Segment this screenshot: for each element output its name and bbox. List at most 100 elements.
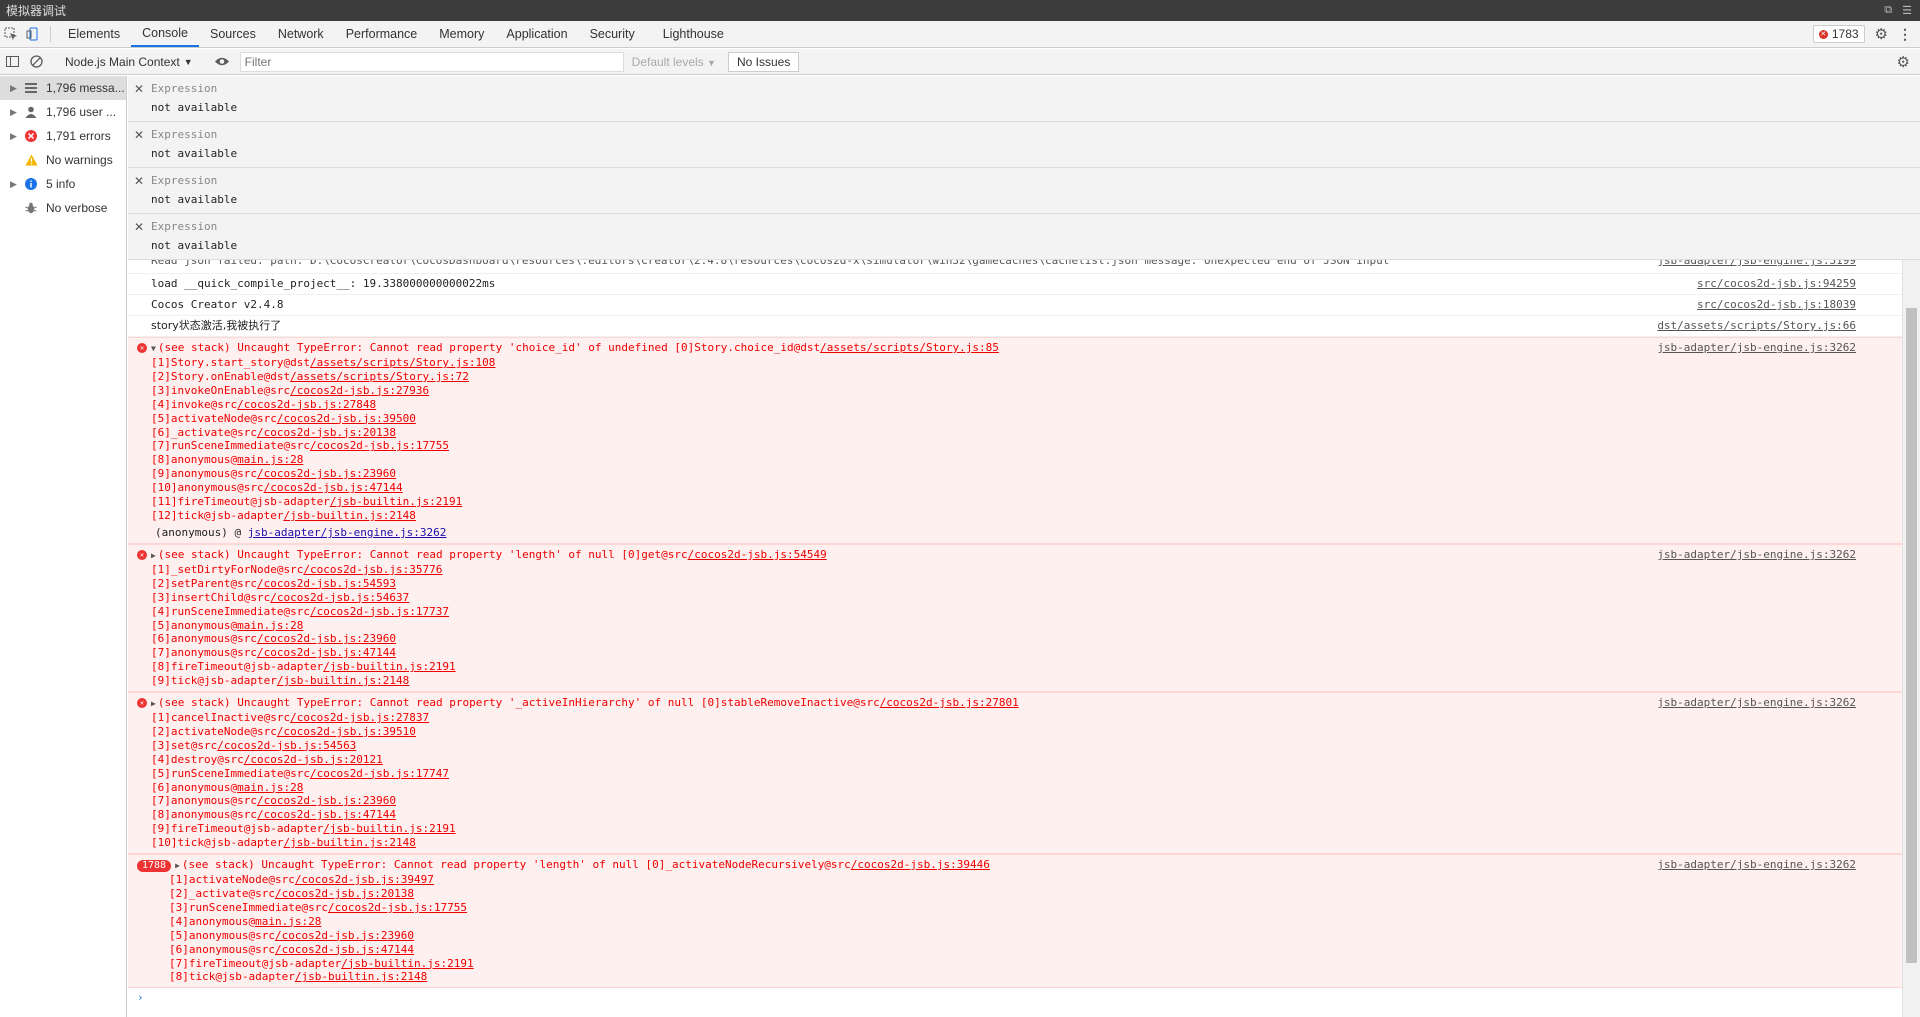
stack-frame[interactable]: [9]fireTimeout@jsb-adapter/jsb-builtin.j… — [151, 822, 1856, 836]
live-expression[interactable]: ✕ Expression not available — [128, 76, 1920, 122]
console-settings-icon[interactable]: ⚙ — [1897, 53, 1920, 71]
tab-elements[interactable]: Elements — [57, 21, 131, 47]
stack-frame[interactable]: [12]tick@jsb-adapter/jsb-builtin.js:2148 — [151, 509, 1856, 523]
stack-frame[interactable]: [4]runSceneImmediate@src/cocos2d-jsb.js:… — [151, 605, 1856, 619]
remove-expression-icon[interactable]: ✕ — [134, 220, 144, 234]
stack-frame[interactable]: [1]activateNode@src/cocos2d-jsb.js:39497 — [169, 873, 1856, 887]
tab-console[interactable]: Console — [131, 21, 199, 47]
stack-frame[interactable]: [2]_activate@src/cocos2d-jsb.js:20138 — [169, 887, 1856, 901]
stack-frame[interactable]: [10]tick@jsb-adapter/jsb-builtin.js:2148 — [151, 836, 1856, 850]
stack-frame[interactable]: [3]set@src/cocos2d-jsb.js:54563 — [151, 739, 1856, 753]
stack-frame[interactable]: [8]fireTimeout@jsb-adapter/jsb-builtin.j… — [151, 660, 1856, 674]
stack-frame[interactable]: [8]anonymous@main.js:28 — [151, 453, 1856, 467]
error-header[interactable]: ✕ ▶ (see stack) Uncaught TypeError: Cannot… — [137, 548, 1856, 563]
sidebar-item-errors[interactable]: ▶ 1,791 errors — [0, 124, 126, 148]
stack-frame[interactable]: [1]_setDirtyForNode@src/cocos2d-jsb.js:3… — [151, 563, 1856, 577]
tab-network[interactable]: Network — [267, 21, 335, 47]
stack-frame[interactable]: [6]anonymous@main.js:28 — [151, 781, 1856, 795]
stack-frame[interactable]: [7]fireTimeout@jsb-adapter/jsb-builtin.j… — [169, 957, 1856, 971]
tab-performance[interactable]: Performance — [335, 21, 429, 47]
expand-arrow-icon[interactable]: ▶ — [10, 131, 24, 142]
log-source-link[interactable]: jsb-adapter/jsb-engine.js:3262 — [1657, 341, 1856, 355]
stack-frame[interactable]: [11]fireTimeout@jsb-adapter/jsb-builtin.… — [151, 495, 1856, 509]
stack-frame[interactable]: [1]Story.start_story@dst/assets/scripts/… — [151, 356, 1856, 370]
remove-expression-icon[interactable]: ✕ — [134, 128, 144, 142]
stack-frame[interactable]: [4]destroy@src/cocos2d-jsb.js:20121 — [151, 753, 1856, 767]
stack-frame[interactable]: [1]cancelInactive@src/cocos2d-jsb.js:278… — [151, 711, 1856, 725]
error-message[interactable]: ✕ ▶ (see stack) Uncaught TypeError: Cannot… — [128, 692, 1902, 855]
remove-expression-icon[interactable]: ✕ — [134, 82, 144, 96]
issues-button[interactable]: No Issues — [727, 51, 800, 72]
stack-frame[interactable]: [8]tick@jsb-adapter/jsb-builtin.js:2148 — [169, 970, 1856, 984]
filter-input[interactable] — [239, 51, 624, 72]
error-message[interactable]: ✕ ▶ (see stack) Uncaught TypeError: Cannot… — [128, 543, 1902, 693]
log-levels-dropdown[interactable]: Default levels ▼ — [632, 55, 716, 69]
stack-frame[interactable]: [3]invokeOnEnable@src/cocos2d-jsb.js:279… — [151, 384, 1856, 398]
stack-frame[interactable]: [4]anonymous@main.js:28 — [169, 915, 1856, 929]
stack-frame[interactable]: [2]setParent@src/cocos2d-jsb.js:54593 — [151, 577, 1856, 591]
sidebar-item-verbose[interactable]: No verbose — [0, 196, 126, 220]
stack-frame[interactable]: [9]anonymous@src/cocos2d-jsb.js:23960 — [151, 467, 1856, 481]
sidebar-item-user-messages[interactable]: ▶ 1,796 user ... — [0, 100, 126, 124]
log-message[interactable]: story状态激活,我被执行了 dst/assets/scripts/Story… — [128, 316, 1902, 337]
stack-frame[interactable]: [7]anonymous@src/cocos2d-jsb.js:47144 — [151, 646, 1856, 660]
collapse-arrow-icon[interactable]: ▼ — [151, 344, 156, 353]
stack-frame[interactable]: [6]_activate@src/cocos2d-jsb.js:20138 — [151, 426, 1856, 440]
log-source-link[interactable]: jsb-adapter/jsb-engine.js:3262 — [1657, 696, 1856, 710]
log-source-link[interactable]: jsb-adapter/jsb-engine.js:3262 — [1657, 548, 1856, 562]
stack-frame[interactable]: [10]anonymous@src/cocos2d-jsb.js:47144 — [151, 481, 1856, 495]
live-expression-eye-icon[interactable] — [210, 56, 234, 67]
clear-console-icon[interactable] — [24, 55, 48, 68]
stack-frame[interactable]: [7]anonymous@src/cocos2d-jsb.js:23960 — [151, 794, 1856, 808]
stack-frame[interactable]: [5]anonymous@src/cocos2d-jsb.js:23960 — [169, 929, 1856, 943]
error-header[interactable]: 1788 ▶ (see stack) Uncaught TypeError: Can… — [137, 858, 1856, 873]
error-header[interactable]: ✕ ▶ (see stack) Uncaught TypeError: Cannot… — [137, 696, 1856, 711]
stack-frame[interactable]: [2]Story.onEnable@dst/assets/scripts/Sto… — [151, 370, 1856, 384]
expand-arrow-icon[interactable]: ▶ — [10, 83, 24, 94]
expand-arrow-icon[interactable]: ▶ — [10, 179, 24, 190]
expand-arrow-icon[interactable]: ▶ — [175, 861, 180, 870]
stack-frame[interactable]: [7]runSceneImmediate@src/cocos2d-jsb.js:… — [151, 439, 1856, 453]
call-site-link[interactable]: jsb-adapter/jsb-engine.js:3262 — [248, 526, 447, 539]
tab-security[interactable]: Security — [579, 21, 646, 47]
error-message[interactable]: ✕ ▼ (see stack) Uncaught TypeError: Cannot… — [128, 337, 1902, 544]
stack-frame[interactable]: [6]anonymous@src/cocos2d-jsb.js:47144 — [169, 943, 1856, 957]
error-message[interactable]: 1788 ▶ (see stack) Uncaught TypeError: Can… — [128, 854, 1902, 989]
stack-frame[interactable]: [4]invoke@src/cocos2d-jsb.js:27848 — [151, 398, 1856, 412]
log-message[interactable]: load __quick_compile_project__: 19.33800… — [128, 274, 1902, 295]
remove-expression-icon[interactable]: ✕ — [134, 174, 144, 188]
menu-icon[interactable]: ☰ — [1902, 4, 1912, 17]
stack-frame[interactable]: [6]anonymous@src/cocos2d-jsb.js:23960 — [151, 632, 1856, 646]
stack-frame[interactable]: [9]tick@jsb-adapter/jsb-builtin.js:2148 — [151, 674, 1856, 688]
expand-arrow-icon[interactable]: ▶ — [10, 107, 24, 118]
context-select[interactable]: Node.js Main Context ▼ — [61, 55, 197, 69]
log-source-link[interactable]: src/cocos2d-jsb.js:18039 — [1697, 298, 1856, 312]
stack-frame[interactable]: [3]insertChild@src/cocos2d-jsb.js:54637 — [151, 591, 1856, 605]
expand-arrow-icon[interactable]: ▶ — [151, 699, 156, 708]
log-message[interactable]: Cocos Creator v2.4.8 src/cocos2d-jsb.js:… — [128, 295, 1902, 316]
device-toolbar-icon[interactable] — [22, 21, 44, 47]
expand-arrow-icon[interactable]: ▶ — [151, 551, 156, 560]
sidebar-item-warnings[interactable]: No warnings — [0, 148, 126, 172]
inspect-element-icon[interactable] — [0, 21, 22, 47]
console-prompt[interactable]: › — [128, 988, 1902, 1004]
tab-lighthouse[interactable]: Lighthouse — [652, 21, 735, 47]
log-source-link[interactable]: jsb-adapter/jsb-engine.js:3262 — [1657, 858, 1856, 872]
tab-sources[interactable]: Sources — [199, 21, 267, 47]
live-expression[interactable]: ✕ Expression not available — [128, 168, 1920, 214]
sidebar-item-messages[interactable]: ▶ 1,796 messa... — [0, 76, 126, 100]
stack-frame[interactable]: [2]activateNode@src/cocos2d-jsb.js:39510 — [151, 725, 1856, 739]
live-expression[interactable]: ✕ Expression not available — [128, 214, 1920, 260]
tab-memory[interactable]: Memory — [428, 21, 495, 47]
sidebar-toggle-icon[interactable] — [0, 55, 24, 68]
settings-icon[interactable]: ⚙ — [1875, 25, 1888, 43]
log-source-link[interactable]: dst/assets/scripts/Story.js:66 — [1657, 319, 1856, 333]
scrollbar-thumb[interactable] — [1906, 308, 1917, 963]
log-source-link[interactable]: jsb-adapter/jsb-engine.js:3199 — [1657, 260, 1856, 268]
stack-frame[interactable]: [3]runSceneImmediate@src/cocos2d-jsb.js:… — [169, 901, 1856, 915]
console-scrollbar[interactable] — [1902, 260, 1920, 1017]
stack-frame[interactable]: [8]anonymous@src/cocos2d-jsb.js:47144 — [151, 808, 1856, 822]
stack-frame[interactable]: [5]activateNode@src/cocos2d-jsb.js:39500 — [151, 412, 1856, 426]
error-header[interactable]: ✕ ▼ (see stack) Uncaught TypeError: Cannot… — [137, 341, 1856, 356]
tab-application[interactable]: Application — [495, 21, 578, 47]
